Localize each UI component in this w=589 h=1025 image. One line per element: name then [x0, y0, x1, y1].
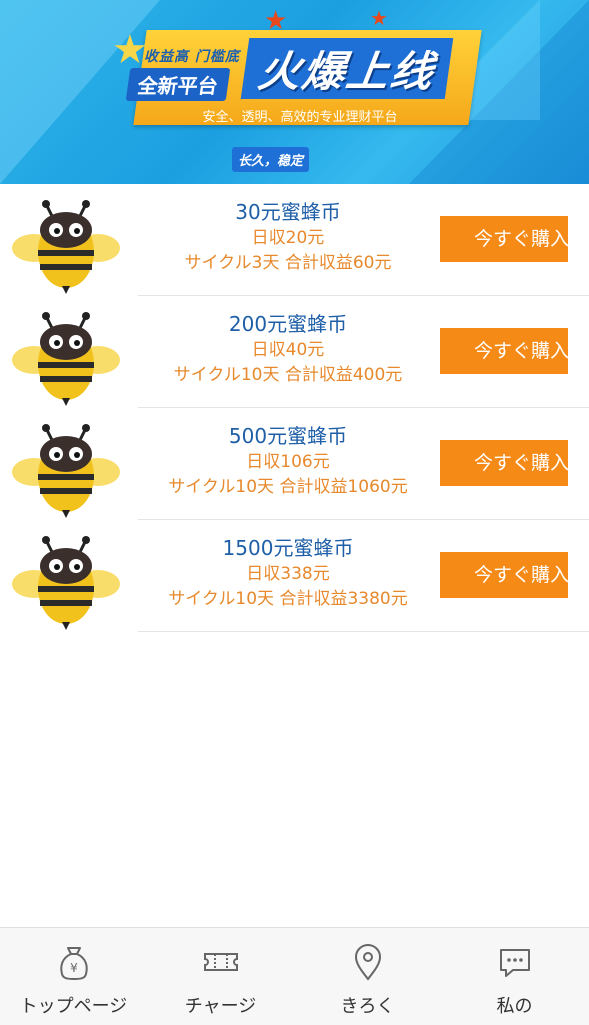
tab-label: チャージ: [184, 996, 257, 1017]
star-icon: ★: [264, 6, 288, 36]
location-pin-icon: [354, 944, 381, 981]
bee-icon: [12, 424, 120, 518]
money-bag-icon: ¥: [59, 947, 88, 981]
product-daily-income: 日収40元: [251, 340, 325, 360]
product-cycle: サイクル3天 合計収益60元: [184, 253, 392, 273]
tab-charge[interactable]: チャージ: [147, 928, 294, 1025]
banner-tag-plate: 全新平台: [125, 68, 231, 101]
banner-badge: 长久，稳定: [232, 147, 310, 172]
tab-records[interactable]: きろく: [294, 928, 441, 1025]
product-name: 500元蜜蜂币: [228, 424, 348, 448]
tab-mine[interactable]: 私の: [441, 928, 588, 1025]
product-item: 200元蜜蜂币 日収40元 サイクル10天 合計収益400元 今すぐ購入: [0, 296, 589, 408]
star-icon: ★: [370, 6, 388, 30]
svg-text:¥: ¥: [70, 961, 78, 975]
buy-now-button[interactable]: 今すぐ購入: [440, 552, 568, 598]
product-item: 30元蜜蜂币 日収20元 サイクル3天 合計収益60元 今すぐ購入: [0, 184, 589, 296]
product-cycle: サイクル10天 合計収益1060元: [168, 477, 408, 497]
star-icon: ★: [112, 27, 148, 73]
divider: [138, 631, 589, 632]
banner-tag-small: 收益高 门槛底: [144, 49, 240, 65]
banner-subtitle: 安全、透明、高效的专业理财平台: [202, 110, 398, 125]
product-item: 1500元蜜蜂币 日収338元 サイクル10天 合計収益3380元 今すぐ購入: [0, 520, 589, 632]
product-daily-income: 日収106元: [246, 452, 330, 472]
bee-icon: [12, 312, 120, 406]
product-daily-income: 日収338元: [246, 564, 330, 584]
product-name: 200元蜜蜂币: [228, 312, 348, 336]
chat-bubble-icon: [499, 949, 530, 977]
product-info: 200元蜜蜂币 日収40元 サイクル10天 合計収益400元: [138, 310, 438, 388]
product-daily-income: 日収20元: [251, 228, 325, 248]
product-name: 1500元蜜蜂币: [222, 536, 354, 560]
product-info: 500元蜜蜂币 日収106元 サイクル10天 合計収益1060元: [138, 422, 438, 500]
product-list: 30元蜜蜂币 日収20元 サイクル3天 合計収益60元 今すぐ購入 200元蜜蜂…: [0, 184, 589, 632]
product-info: 1500元蜜蜂币 日収338元 サイクル10天 合計収益3380元: [138, 534, 438, 612]
bottom-tab-bar: ¥ トップページ チャージ きろく 私の: [0, 927, 589, 1025]
tab-label: 私の: [496, 996, 533, 1017]
banner-title: 火爆上线: [240, 38, 454, 99]
product-cycle: サイクル10天 合計収益3380元: [168, 589, 408, 609]
product-item: 500元蜜蜂币 日収106元 サイクル10天 合計収益1060元 今すぐ購入: [0, 408, 589, 520]
promo-banner[interactable]: ★ ★ ★ 收益高 门槛底 全新平台 火爆上线 安全、透明、高效的专业理财平台 …: [0, 0, 589, 184]
buy-now-button[interactable]: 今すぐ購入: [440, 440, 568, 486]
bee-icon: [12, 536, 120, 630]
buy-now-button[interactable]: 今すぐ購入: [440, 328, 568, 374]
buy-now-button[interactable]: 今すぐ購入: [440, 216, 568, 262]
bee-icon: [12, 200, 120, 294]
ticket-icon: [203, 953, 238, 971]
tab-label: トップページ: [19, 996, 128, 1017]
tab-label: きろく: [340, 996, 395, 1017]
tab-top-page[interactable]: ¥ トップページ: [0, 928, 147, 1025]
product-info: 30元蜜蜂币 日収20元 サイクル3天 合計収益60元: [138, 198, 438, 276]
product-cycle: サイクル10天 合計収益400元: [173, 365, 403, 385]
product-name: 30元蜜蜂币: [235, 200, 341, 224]
